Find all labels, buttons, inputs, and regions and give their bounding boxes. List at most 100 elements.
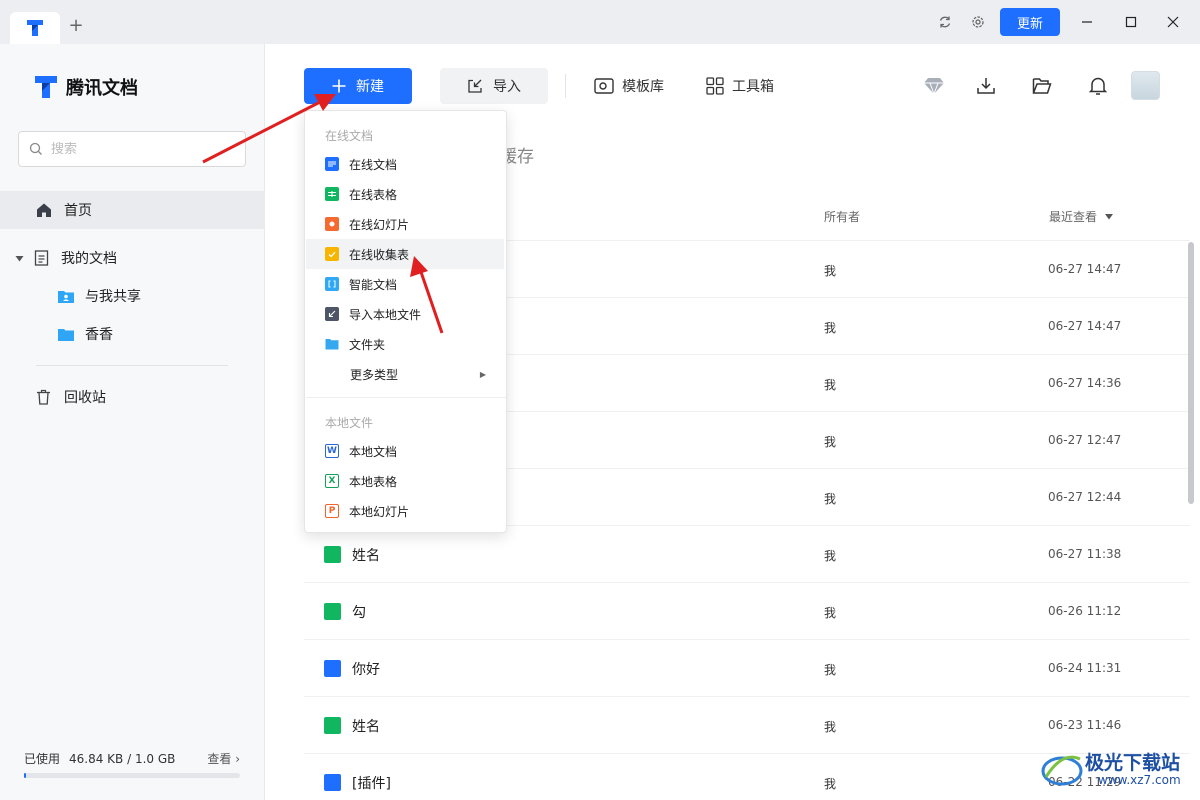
storage-bar [24, 773, 240, 778]
import-icon [325, 307, 339, 321]
menu-item-smart-doc[interactable]: 智能文档 [306, 269, 504, 299]
storage-view-link[interactable]: 查看 › [207, 750, 240, 767]
new-button[interactable]: 新建 [304, 68, 412, 104]
download-icon[interactable] [974, 74, 998, 98]
smart-doc-icon [325, 277, 339, 291]
tools-label: 工具箱 [732, 79, 774, 95]
file-row[interactable]: 勾 我 06-26 11:12 [304, 583, 1190, 640]
sidebar-item-trash[interactable]: 回收站 [0, 378, 265, 416]
sidebar-item-folder[interactable]: 香香 [0, 315, 265, 353]
sidebar-item-home[interactable]: 首页 [0, 191, 265, 229]
menu-divider [306, 397, 506, 398]
search-box[interactable] [18, 131, 246, 167]
ppt-icon: P [325, 504, 339, 518]
menu-item-label: 智能文档 [349, 277, 398, 292]
vip-diamond-icon[interactable] [922, 74, 946, 98]
folder-icon [325, 337, 339, 351]
home-icon [37, 203, 51, 217]
menu-item-local-sheet[interactable]: X 本地表格 [306, 466, 504, 496]
import-button-label: 导入 [493, 79, 521, 95]
menu-item-label: 导入本地文件 [349, 307, 422, 322]
menu-item-local-doc[interactable]: W 本地文档 [306, 436, 504, 466]
list-scrollbar[interactable] [1188, 242, 1194, 504]
menu-item-online-slide[interactable]: 在线幻灯片 [306, 209, 504, 239]
file-name: 你好 [352, 662, 380, 678]
excel-icon: X [325, 474, 339, 488]
word-icon: W [325, 444, 339, 458]
file-row[interactable]: 姓名 我 06-27 11:38 [304, 526, 1190, 583]
new-tab-button[interactable]: + [66, 16, 86, 36]
search-input[interactable] [51, 141, 221, 157]
menu-item-label: 本地幻灯片 [349, 504, 410, 519]
menu-item-label: 在线文档 [349, 157, 398, 172]
storage-usage: 已使用 46.84 KB / 1.0 GB 查看 › [24, 750, 240, 778]
avatar[interactable] [1131, 71, 1160, 100]
menu-item-folder[interactable]: 文件夹 [306, 329, 504, 359]
grid-tools-icon [706, 77, 724, 95]
file-owner: 我 [824, 777, 837, 791]
templates-button[interactable]: 模板库 [594, 74, 664, 98]
doc-file-icon [324, 774, 341, 791]
file-time: 06-27 14:47 [1048, 262, 1122, 276]
sidebar-item-label: 与我共享 [85, 289, 141, 305]
file-name: [插件] [352, 776, 391, 792]
app-tab[interactable] [10, 12, 60, 44]
close-icon[interactable] [1160, 10, 1186, 34]
open-folder-icon[interactable] [1030, 74, 1054, 98]
import-button[interactable]: 导入 [440, 68, 548, 104]
column-header-owner[interactable]: 所有者 [824, 208, 860, 225]
file-time: 06-27 14:36 [1048, 376, 1122, 390]
menu-item-label: 本地表格 [349, 474, 398, 489]
templates-label: 模板库 [622, 79, 664, 95]
submenu-arrow-icon: ▶ [479, 369, 486, 379]
file-owner: 我 [824, 378, 837, 392]
template-icon [594, 78, 614, 94]
menu-item-label: 本地文档 [349, 444, 398, 459]
minimize-icon[interactable] [1074, 10, 1100, 34]
new-button-label: 新建 [356, 79, 384, 95]
file-owner: 我 [824, 606, 837, 620]
settings-gear-icon[interactable] [968, 12, 988, 32]
menu-item-label: 在线表格 [349, 187, 398, 202]
tencent-docs-logo-icon [27, 20, 43, 36]
menu-item-online-form[interactable]: 在线收集表 [306, 239, 504, 269]
sidebar-item-shared[interactable]: 与我共享 [0, 277, 265, 315]
sidebar-item-label: 回收站 [64, 390, 106, 406]
caret-down-icon[interactable] [15, 254, 24, 263]
menu-item-online-sheet[interactable]: 在线表格 [306, 179, 504, 209]
file-owner: 我 [824, 492, 837, 506]
trash-icon [37, 389, 50, 405]
file-name: 姓名 [352, 548, 380, 564]
maximize-icon[interactable] [1118, 10, 1144, 34]
tools-button[interactable]: 工具箱 [706, 74, 774, 98]
menu-section-online: 在线文档 [325, 129, 374, 143]
sync-icon[interactable] [935, 12, 955, 32]
file-time: 06-27 12:47 [1048, 433, 1122, 447]
form-icon [325, 247, 339, 261]
file-time: 06-27 12:44 [1048, 490, 1122, 504]
sheet-icon [325, 187, 339, 201]
storage-used-label: 已使用 [24, 752, 61, 766]
sidebar-item-label: 首页 [64, 203, 92, 219]
update-button[interactable]: 更新 [1000, 8, 1060, 36]
sidebar: 腾讯文档 首页 我的文档 与我共享 香香 回收站 已使用 46.84 KB / … [0, 44, 265, 800]
menu-item-label: 文件夹 [349, 337, 386, 352]
file-row[interactable]: 你好 我 06-24 11:31 [304, 640, 1190, 697]
menu-item-local-slide[interactable]: P 本地幻灯片 [306, 496, 504, 526]
menu-item-online-doc[interactable]: 在线文档 [306, 149, 504, 179]
menu-item-import-local[interactable]: 导入本地文件 [306, 299, 504, 329]
sheet-file-icon [324, 546, 341, 563]
brand: 腾讯文档 [32, 74, 138, 100]
sheet-file-icon [324, 603, 341, 620]
file-time: 06-24 11:31 [1048, 661, 1122, 675]
menu-item-more-types[interactable]: 更多类型 ▶ [306, 359, 504, 389]
menu-item-label: 更多类型 [350, 367, 399, 382]
file-owner: 我 [824, 264, 837, 278]
notification-bell-icon[interactable] [1086, 74, 1110, 98]
file-owner: 我 [824, 549, 837, 563]
sidebar-item-label: 我的文档 [61, 251, 117, 267]
column-header-recent[interactable]: 最近查看 [1049, 208, 1114, 225]
doc-file-icon [324, 660, 341, 677]
sidebar-item-my-docs[interactable]: 我的文档 [0, 239, 265, 277]
file-owner: 我 [824, 435, 837, 449]
